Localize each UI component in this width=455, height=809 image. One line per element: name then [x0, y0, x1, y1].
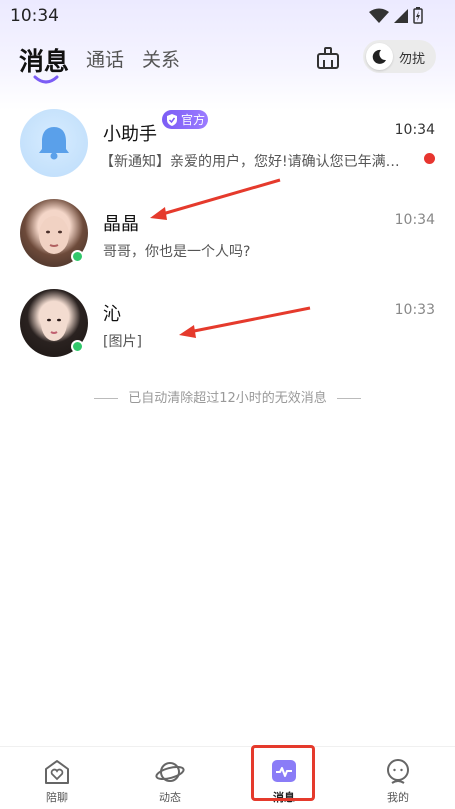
conversation-name: 沁 — [103, 304, 121, 325]
clear-broom-icon[interactable] — [316, 46, 340, 70]
conversation-preview: [图片] — [103, 334, 142, 350]
nav-label: 陪聊 — [46, 791, 68, 804]
online-indicator — [71, 250, 84, 263]
tab-calls[interactable]: 通话 — [86, 45, 124, 72]
signal-icon — [394, 8, 408, 23]
tab-relations[interactable]: 关系 — [142, 45, 180, 72]
tab-active-indicator — [33, 75, 59, 84]
conversation-preview: 【新通知】亲爱的用户，您好!请确认您已年满… — [100, 154, 400, 170]
wifi-icon — [369, 8, 389, 23]
conversation-time: 10:33 — [394, 302, 435, 318]
divider — [94, 398, 119, 399]
profile-icon — [387, 759, 409, 784]
auto-clear-notice: 已自动清除超过12小时的无效消息 — [0, 387, 455, 406]
status-icons — [369, 7, 423, 24]
conversation-name: 小助手 — [103, 124, 157, 145]
planet-icon — [155, 762, 185, 782]
shield-check-icon — [167, 113, 177, 126]
conversation-preview: 哥哥，你也是一个人吗? — [103, 244, 251, 260]
annotation-arrow — [150, 178, 281, 220]
annotation-arrow — [179, 306, 311, 338]
official-badge: 官方 — [162, 110, 208, 129]
online-indicator — [71, 340, 84, 353]
status-bar: 10:34 — [0, 0, 455, 32]
nav-item-moments[interactable]: 动态 — [125, 747, 215, 809]
nav-item-profile[interactable]: 我的 — [353, 747, 443, 809]
moon-icon — [372, 49, 386, 64]
divider — [336, 398, 361, 399]
bell-icon — [39, 127, 69, 160]
dnd-knob — [366, 43, 393, 70]
status-time: 10:34 — [10, 6, 59, 26]
tab-messages[interactable]: 消息 — [19, 42, 69, 78]
conversation-time: 10:34 — [394, 122, 435, 138]
heart-house-icon — [45, 760, 69, 784]
conversation-name: 晶晶 — [103, 214, 139, 235]
nav-label: 动态 — [159, 791, 181, 804]
assistant-avatar — [20, 109, 88, 177]
nav-label: 我的 — [387, 791, 409, 804]
notice-text: 已自动清除超过12小时的无效消息 — [128, 391, 327, 406]
unread-dot — [424, 153, 435, 164]
annotation-highlight-box — [251, 745, 315, 801]
dnd-label: 勿扰 — [399, 52, 426, 67]
conversation-time: 10:34 — [394, 212, 435, 228]
bottom-nav: 陪聊 动态 消息 我的 — [0, 746, 455, 809]
official-badge-label: 官方 — [181, 113, 206, 127]
nav-item-companion[interactable]: 陪聊 — [12, 747, 102, 809]
header: 消息 通话 关系 勿扰 — [0, 32, 455, 87]
battery-icon — [413, 7, 423, 24]
dnd-toggle[interactable]: 勿扰 — [363, 40, 436, 73]
